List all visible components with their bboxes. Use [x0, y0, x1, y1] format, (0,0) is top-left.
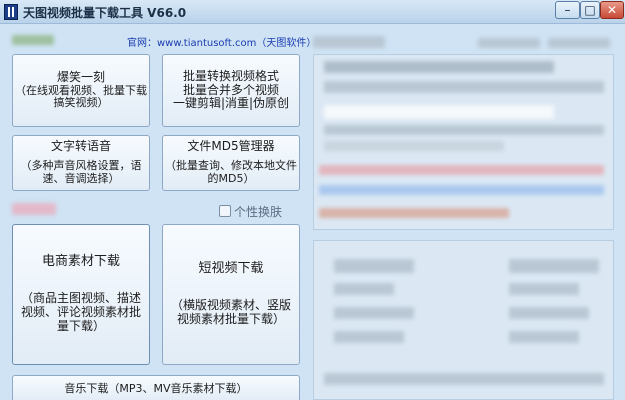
funny-video-title: 爆笑一刻 — [56, 69, 105, 84]
app-logo-icon — [4, 4, 18, 20]
short-video-download-desc-1: （横版视频素材、竖版 — [170, 298, 291, 313]
md5-manager-title: 文件MD5管理器 — [187, 139, 275, 154]
website-suffix: （天图软件） — [256, 38, 317, 49]
blurred-header-item — [478, 38, 540, 48]
window-title: 天图视频批量下载工具 V66.0 — [23, 6, 187, 20]
blurred-text — [509, 331, 579, 343]
text-to-speech-title: 文字转语音 — [50, 139, 111, 154]
ecommerce-download-desc-3: 量下载） — [56, 318, 105, 333]
short-video-download-title: 短视频下载 — [198, 261, 264, 277]
blurred-text — [509, 283, 579, 295]
blurred-text — [509, 307, 589, 319]
text-to-speech-button[interactable]: 文字转语音 （多种声音风格设置，语 速、音调选择） — [12, 135, 150, 191]
blurred-colored-row — [319, 185, 604, 195]
shirt-icon — [219, 205, 231, 217]
md5-manager-desc-1: （批量查询、修改本地文件 — [165, 159, 297, 173]
title-bar: 天图视频批量下载工具 V66.0 – □ ✕ — [0, 0, 625, 24]
text-to-speech-desc-1: （多种声音风格设置，语 — [20, 159, 142, 173]
blurred-colored-row — [319, 165, 604, 175]
info-panel — [313, 54, 614, 230]
blurred-header-item — [548, 38, 610, 48]
md5-manager-desc-2: 的MD5） — [207, 171, 255, 185]
funny-video-button[interactable]: 爆笑一刻 （在线观看视频、批量下载 搞笑视频） — [12, 54, 150, 127]
skin-change-link[interactable]: 个性换肤 — [219, 203, 282, 220]
blurred-text — [334, 283, 394, 295]
blurred-text — [324, 61, 554, 73]
close-button[interactable]: ✕ — [600, 1, 624, 19]
ecommerce-download-title: 电商素材下载 — [41, 254, 120, 270]
blurred-text — [334, 307, 414, 319]
blurred-text — [324, 141, 504, 151]
ecommerce-download-desc-2: 视频、评论视频素材批 — [20, 305, 141, 320]
short-video-download-button[interactable]: 短视频下载 （横版视频素材、竖版 视频素材批量下载） — [162, 224, 300, 365]
music-download-label: 音乐下载（MP3、MV音乐素材下载） — [64, 381, 248, 395]
video-convert-line-1: 批量转换视频格式 — [182, 68, 279, 83]
text-to-speech-desc-2: 速、音调选择） — [42, 171, 120, 185]
blurred-colored-row — [319, 208, 509, 218]
video-convert-line-3: 一键剪辑|消重|伪原创 — [172, 96, 290, 111]
list-panel — [313, 240, 614, 400]
music-download-button[interactable]: 音乐下载（MP3、MV音乐素材下载） — [12, 375, 300, 400]
blurred-text — [334, 259, 414, 273]
website-link[interactable]: 官网：www.tiantusoft.com（天图软件） — [127, 34, 316, 49]
blurred-label — [12, 35, 54, 45]
md5-manager-button[interactable]: 文件MD5管理器 （批量查询、修改本地文件 的MD5） — [162, 135, 300, 191]
website-prefix: 官网： — [127, 38, 157, 49]
website-url: www.tiantusoft.com — [157, 38, 257, 49]
blurred-text — [324, 373, 604, 385]
minimize-button[interactable]: – — [555, 1, 580, 19]
short-video-download-desc-2: 视频素材批量下载） — [176, 311, 285, 326]
video-convert-button[interactable]: 批量转换视频格式 批量合并多个视频 一键剪辑|消重|伪原创 — [162, 54, 300, 127]
blurred-text — [324, 105, 554, 119]
blurred-text — [334, 331, 404, 343]
ecommerce-download-desc-1: （商品主图视频、描述 — [20, 291, 141, 306]
maximize-button[interactable]: □ — [580, 1, 600, 19]
blurred-text — [324, 125, 604, 135]
blurred-text — [324, 81, 604, 93]
funny-video-desc-2: 搞笑视频） — [53, 96, 109, 110]
blurred-header-item — [313, 36, 385, 48]
blurred-text — [509, 259, 599, 273]
ecommerce-download-button[interactable]: 电商素材下载 （商品主图视频、描述 视频、评论视频素材批 量下载） — [12, 224, 150, 365]
skin-change-label: 个性换肤 — [234, 205, 283, 219]
blurred-badge — [12, 203, 56, 215]
